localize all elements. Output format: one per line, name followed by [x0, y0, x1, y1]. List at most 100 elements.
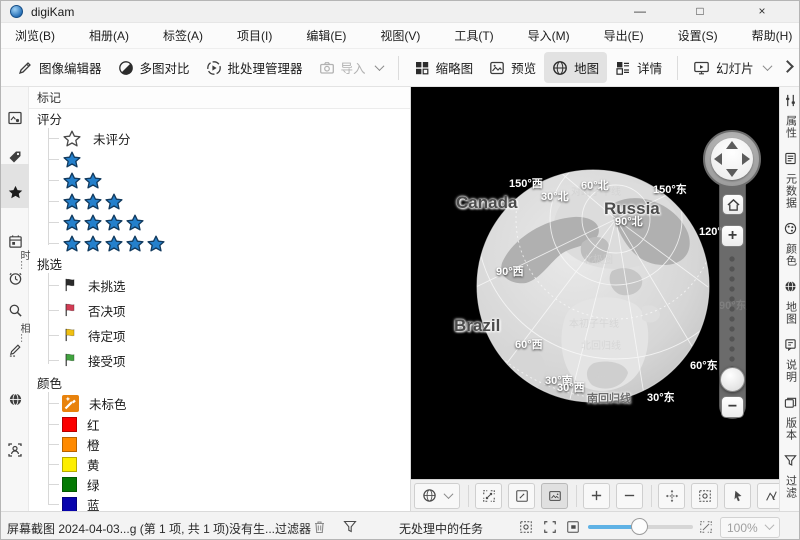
- filter-funnel-icon[interactable]: [343, 520, 357, 536]
- color-row[interactable]: 绿: [48, 474, 410, 494]
- sidebar-tab-timeline[interactable]: [1, 271, 29, 286]
- sidebar-tab-people[interactable]: [1, 442, 29, 458]
- sidebar-tab-search[interactable]: [1, 303, 29, 318]
- filter-tool-button[interactable]: [757, 483, 779, 509]
- arrow-left-icon[interactable]: [714, 153, 722, 165]
- pick-row[interactable]: 否决项: [48, 298, 410, 323]
- color-row[interactable]: 红: [48, 414, 410, 434]
- map-view[interactable]: CanadaRussiaBrazil150°西60°北150°东30°北90°北…: [411, 87, 779, 511]
- image-editor-button[interactable]: 图像编辑器: [9, 52, 110, 83]
- star-icon: [62, 150, 83, 170]
- details-button[interactable]: 详情: [607, 52, 670, 83]
- region-select-button[interactable]: [691, 483, 718, 509]
- menu-item[interactable]: 视图(V): [370, 24, 430, 47]
- pick-row[interactable]: 待定项: [48, 323, 410, 348]
- arrow-right-icon[interactable]: [742, 153, 750, 165]
- pan-dpad[interactable]: [703, 130, 761, 188]
- right-tab-properties[interactable]: 属性: [784, 94, 797, 139]
- right-tab-filters[interactable]: 过滤: [784, 454, 797, 499]
- show-thumbnails-button[interactable]: [541, 483, 568, 509]
- toolbar-overflow-arrow[interactable]: [781, 60, 794, 73]
- right-tab-map[interactable]: 地图: [784, 280, 797, 325]
- zoom-slider-knob[interactable]: [720, 367, 745, 392]
- menu-item[interactable]: 导入(M): [518, 24, 580, 47]
- map-zoom-in-button[interactable]: [583, 483, 610, 509]
- light-table-button[interactable]: 多图对比: [110, 52, 198, 83]
- menu-item[interactable]: 设置(S): [668, 24, 728, 47]
- chevron-down-icon: [374, 61, 384, 71]
- rating-row[interactable]: [48, 191, 410, 212]
- rating-row-label: 未评分: [93, 129, 131, 148]
- select-tool-button[interactable]: [724, 483, 751, 509]
- preview-button[interactable]: 预览: [481, 52, 544, 83]
- menu-item[interactable]: 编辑(E): [296, 24, 356, 47]
- menu-item[interactable]: 浏览(B): [5, 24, 65, 47]
- panel-title: 标记: [29, 87, 410, 109]
- close-button[interactable]: ×: [745, 1, 779, 23]
- pick-row-label: 待定项: [88, 326, 126, 345]
- right-tab-captions[interactable]: 说明: [784, 338, 797, 383]
- menu-item[interactable]: 导出(E): [594, 24, 654, 47]
- sidebar-tab-similarity-label[interactable]: 相…: [1, 323, 29, 343]
- right-tab-versions[interactable]: 版本: [784, 396, 797, 441]
- fullscreen-icon[interactable]: [699, 520, 713, 537]
- right-tab-label: 属性: [785, 115, 797, 139]
- sidebar-tab-albums[interactable]: [1, 110, 29, 126]
- home-button[interactable]: [722, 194, 744, 215]
- window-title: digiKam: [31, 5, 74, 19]
- sidebar-tab-tags[interactable]: [1, 149, 29, 165]
- menu-item[interactable]: 帮助(H): [742, 24, 800, 47]
- projection-select[interactable]: [414, 483, 460, 509]
- zoom-percent-select[interactable]: 100%: [720, 517, 780, 538]
- sidebar-tab-timeline-label[interactable]: 时…: [1, 250, 29, 270]
- rating-row[interactable]: 未评分: [48, 128, 410, 149]
- rating-row[interactable]: [48, 149, 410, 170]
- import-button[interactable]: 导入: [311, 52, 391, 83]
- minimize-button[interactable]: —: [623, 1, 657, 23]
- arrow-up-icon[interactable]: [726, 141, 738, 149]
- trash-icon[interactable]: [313, 520, 326, 537]
- fit-window-button[interactable]: [508, 483, 535, 509]
- star-icon: [104, 192, 125, 212]
- batch-queue-button[interactable]: 批处理管理器: [198, 52, 311, 83]
- titlebar: digiKam — □ ×: [1, 1, 799, 23]
- menu-item[interactable]: 项目(I): [227, 24, 282, 47]
- thumbnails-button[interactable]: 缩略图: [406, 52, 482, 83]
- slideshow-button[interactable]: 幻灯片: [685, 52, 779, 83]
- app-icon: [10, 5, 23, 18]
- slideshow-icon: [693, 60, 710, 76]
- color-row-label: 蓝: [87, 495, 100, 512]
- import-label: 导入: [341, 58, 366, 77]
- pan-mode-button[interactable]: [658, 483, 685, 509]
- thumbnail-zoom-knob[interactable]: [631, 518, 648, 535]
- region-zoom-icon[interactable]: [519, 520, 533, 537]
- fit-selection-icon[interactable]: [566, 520, 580, 537]
- fit-width-icon[interactable]: [543, 520, 557, 537]
- arrow-down-icon[interactable]: [726, 169, 738, 177]
- rating-row[interactable]: [48, 233, 410, 254]
- menu-item[interactable]: 标签(A): [153, 24, 213, 47]
- zoom-to-selection-button[interactable]: [475, 483, 502, 509]
- zoom-out-button[interactable]: −: [721, 396, 744, 418]
- grid-icon: [414, 60, 430, 76]
- sidebar-tab-labels[interactable]: [1, 184, 29, 201]
- rating-row[interactable]: [48, 212, 410, 233]
- color-row[interactable]: 蓝: [48, 494, 410, 511]
- menu-item[interactable]: 工具(T): [444, 24, 503, 47]
- color-row[interactable]: 黄: [48, 454, 410, 474]
- sidebar-tab-map[interactable]: [1, 392, 29, 407]
- color-row[interactable]: 橙: [48, 434, 410, 454]
- maximize-button[interactable]: □: [683, 1, 717, 23]
- right-tab-colors[interactable]: 颜色: [784, 222, 797, 267]
- map-button[interactable]: 地图: [544, 52, 607, 83]
- right-tab-metadata[interactable]: 元数据: [784, 152, 797, 209]
- map-zoom-out-button[interactable]: [616, 483, 643, 509]
- pick-row[interactable]: 接受项: [48, 348, 410, 373]
- menu-item[interactable]: 相册(A): [79, 24, 139, 47]
- pick-row[interactable]: 未挑选: [48, 273, 410, 298]
- zoom-in-button[interactable]: +: [721, 225, 744, 247]
- color-row[interactable]: 未标色: [48, 392, 410, 414]
- rating-row[interactable]: [48, 170, 410, 191]
- sidebar-tab-dates[interactable]: [1, 234, 29, 249]
- sidebar-tab-similarity[interactable]: [1, 342, 29, 357]
